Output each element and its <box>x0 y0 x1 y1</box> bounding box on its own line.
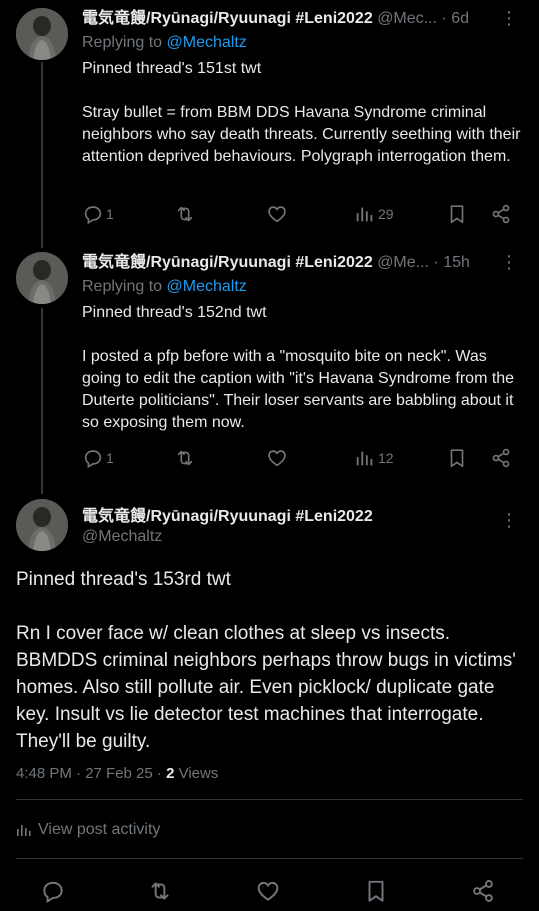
main-handle[interactable]: @Mechaltz <box>82 526 162 548</box>
tweet-header: 電気竜饅/Ryūnagi/Ryuunagi #Leni2022 @Me... ·… <box>82 252 519 274</box>
views-button[interactable]: 12 <box>354 446 394 470</box>
replying-to: Replying to @Mechaltz <box>82 32 247 54</box>
tweet-151[interactable]: 電気竜饅/Ryūnagi/Ryuunagi #Leni2022 @Mec... … <box>0 8 539 228</box>
like-button[interactable] <box>266 446 288 470</box>
reply-icon <box>84 206 102 225</box>
main-share-button[interactable] <box>468 876 498 906</box>
more-options-icon[interactable]: ⋮ <box>499 8 519 30</box>
main-bookmark-button[interactable] <box>361 876 391 906</box>
main-text-line-2: Rn I cover face w/ clean clothes at slee… <box>16 623 516 752</box>
share-icon <box>473 880 493 902</box>
tweet-header: 電気竜饅/Ryūnagi/Ryuunagi #Leni2022 @Mec... … <box>82 8 519 30</box>
bookmark-icon <box>368 880 384 902</box>
main-retweet-button[interactable] <box>145 876 175 906</box>
divider <box>16 858 523 859</box>
separator-dot: · <box>433 254 439 271</box>
tweet-text-line-1: Pinned thread's 151st twt <box>82 60 262 77</box>
handle[interactable]: @Mec... <box>377 10 437 27</box>
activity-label: View post activity <box>38 821 161 838</box>
reply-count: 1 <box>106 206 114 222</box>
replying-to: Replying to @Mechaltz <box>82 276 247 298</box>
main-tweet-actions <box>0 876 539 906</box>
reply-icon <box>43 881 63 904</box>
bookmark-icon <box>450 449 464 468</box>
view-post-activity-link[interactable]: View post activity <box>16 819 160 841</box>
bookmark-button[interactable] <box>446 446 468 470</box>
reply-count: 1 <box>106 450 114 466</box>
mention-link[interactable]: @Mechaltz <box>167 278 247 295</box>
views-count: 12 <box>378 450 394 466</box>
main-reply-button[interactable] <box>38 876 68 906</box>
tweet-actions: 1 12 <box>82 446 522 470</box>
replying-label: Replying to <box>82 278 163 295</box>
avatar[interactable] <box>16 252 68 304</box>
retweet-icon <box>177 450 193 466</box>
separator-dot: · <box>441 10 447 27</box>
share-icon <box>492 204 510 224</box>
reply-button[interactable]: 1 <box>82 202 114 226</box>
bookmark-button[interactable] <box>446 202 468 226</box>
main-more-options-icon[interactable]: ⋮ <box>499 510 519 532</box>
main-like-button[interactable] <box>253 876 283 906</box>
retweet-button[interactable] <box>174 446 196 470</box>
heart-icon <box>257 881 279 901</box>
tweet-text-line-1: Pinned thread's 152nd twt <box>82 304 267 321</box>
heart-icon <box>268 450 286 467</box>
tweet-meta: 4:48 PM · 27 Feb 25 · 2 Views <box>16 763 218 785</box>
views-icon <box>356 207 373 222</box>
views-label: Views <box>174 765 219 782</box>
handle[interactable]: @Me... <box>377 254 429 271</box>
share-button[interactable] <box>490 202 512 226</box>
more-options-icon[interactable]: ⋮ <box>499 252 519 274</box>
activity-icon <box>17 825 31 836</box>
main-text-line-1: Pinned thread's 153rd twt <box>16 569 231 590</box>
tweet-152[interactable]: 電気竜饅/Ryūnagi/Ryuunagi #Leni2022 @Me... ·… <box>0 252 539 472</box>
timestamp[interactable]: 4:48 PM · 27 Feb 25 · <box>16 765 166 782</box>
views-icon <box>356 451 373 466</box>
replying-label: Replying to <box>82 34 163 51</box>
reply-icon <box>84 450 102 469</box>
tweet-text-line-2: Stray bullet = from BBM DDS Havana Syndr… <box>82 104 521 165</box>
main-tweet-text: Pinned thread's 153rd twt Rn I cover fac… <box>16 566 526 755</box>
tweet-actions: 1 29 <box>82 202 522 226</box>
display-name[interactable]: 電気竜饅/Ryūnagi/Ryuunagi #Leni2022 <box>82 10 373 27</box>
tweet-time[interactable]: 15h <box>443 254 470 271</box>
share-icon <box>492 448 510 468</box>
main-avatar[interactable] <box>16 499 68 551</box>
reply-button[interactable]: 1 <box>82 446 114 470</box>
tweet-text: Pinned thread's 151st twt Stray bullet =… <box>82 58 522 168</box>
tweet-text: Pinned thread's 152nd twt I posted a pfp… <box>82 302 522 434</box>
views-button[interactable]: 29 <box>354 202 394 226</box>
tweet-time[interactable]: 6d <box>451 10 469 27</box>
share-button[interactable] <box>490 446 512 470</box>
avatar[interactable] <box>16 8 68 60</box>
retweet-icon <box>177 206 193 222</box>
main-display-name[interactable]: 電気竜饅/Ryūnagi/Ryuunagi #Leni2022 <box>82 506 373 528</box>
tweet-text-line-2: I posted a pfp before with a "mosquito b… <box>82 348 515 431</box>
retweet-button[interactable] <box>174 202 196 226</box>
divider <box>16 799 523 800</box>
mention-link[interactable]: @Mechaltz <box>167 34 247 51</box>
heart-icon <box>268 206 286 223</box>
retweet-icon <box>151 882 169 900</box>
bookmark-icon <box>450 205 464 224</box>
views-count: 29 <box>378 206 394 222</box>
display-name[interactable]: 電気竜饅/Ryūnagi/Ryuunagi #Leni2022 <box>82 254 373 271</box>
like-button[interactable] <box>266 202 288 226</box>
